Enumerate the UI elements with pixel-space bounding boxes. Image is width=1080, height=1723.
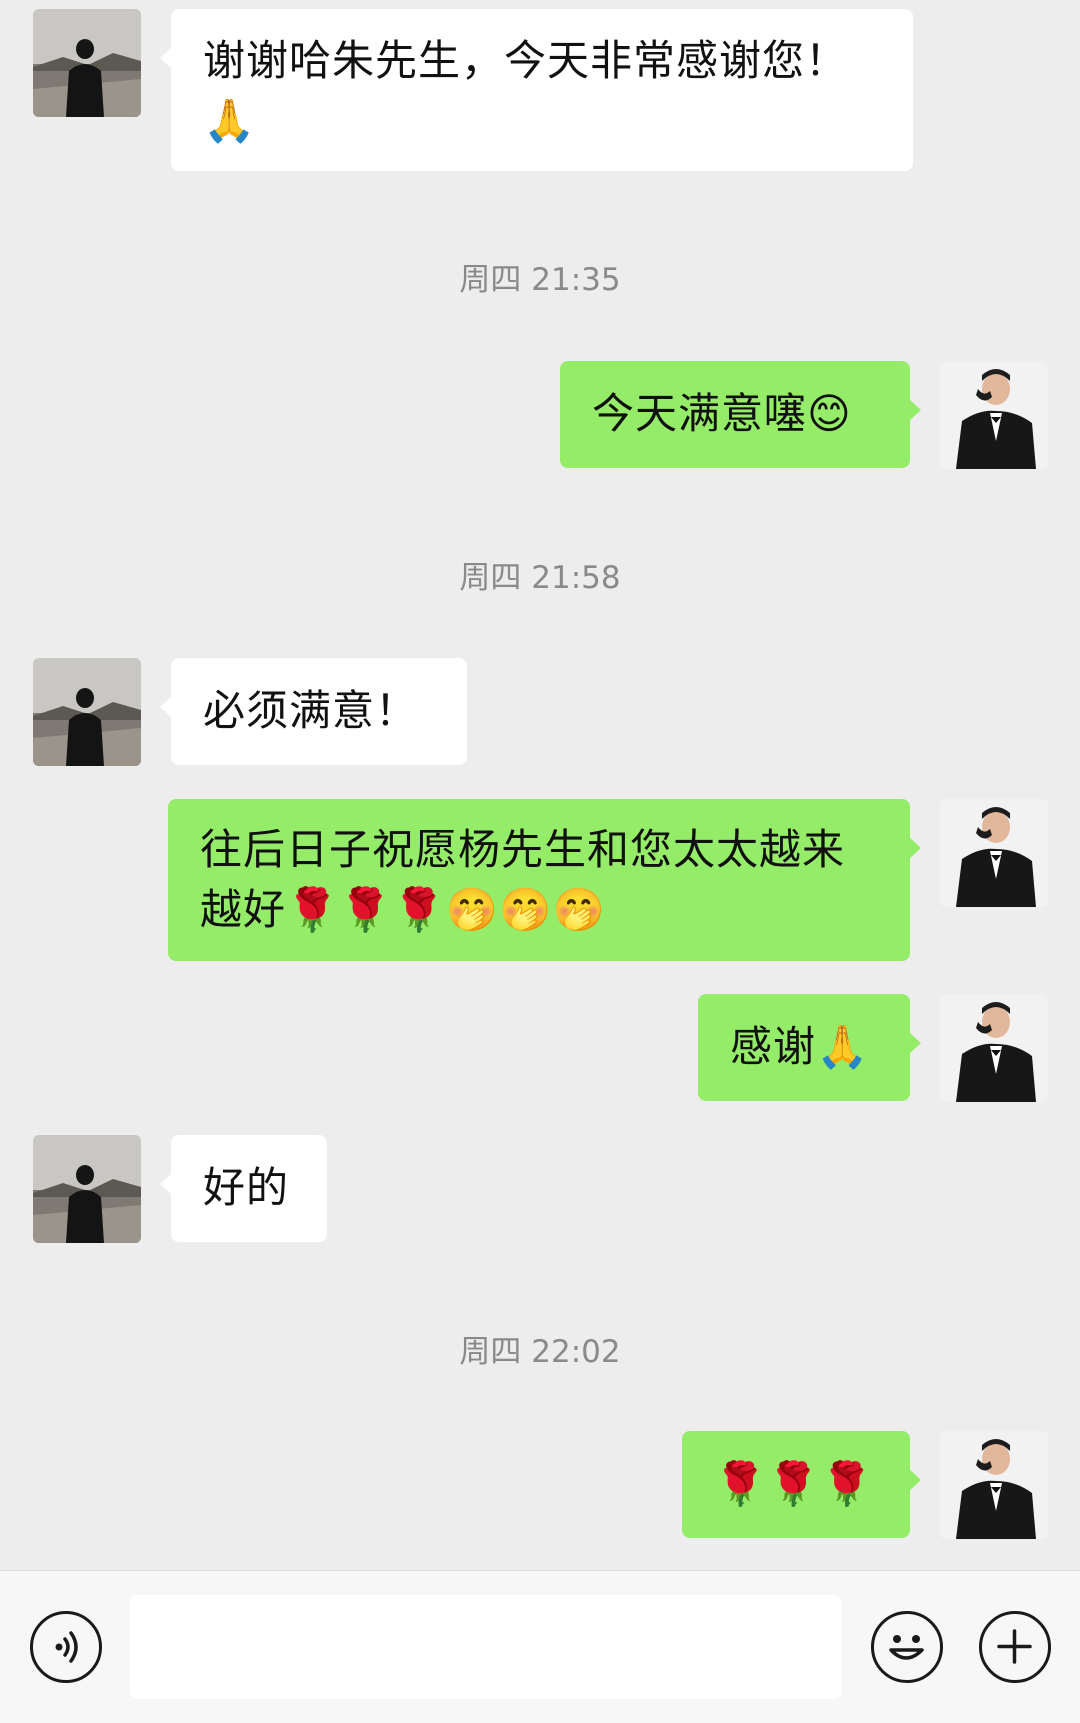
contact-avatar[interactable] bbox=[33, 9, 141, 117]
message-bubble-outgoing[interactable]: 今天满意噻😊 bbox=[560, 361, 921, 468]
timestamp: 周四 22:02 bbox=[459, 1334, 621, 1370]
input-toolbar bbox=[0, 1570, 1080, 1723]
plus-icon[interactable] bbox=[979, 1611, 1051, 1683]
timestamp: 周四 21:35 bbox=[459, 262, 621, 298]
user-avatar[interactable] bbox=[940, 1431, 1048, 1539]
contact-avatar[interactable] bbox=[33, 658, 141, 766]
user-avatar[interactable] bbox=[940, 994, 1048, 1102]
user-avatar[interactable] bbox=[940, 799, 1048, 907]
message-bubble-incoming[interactable]: 好的 bbox=[160, 1135, 327, 1242]
contact-avatar[interactable] bbox=[33, 1135, 141, 1243]
timestamp: 周四 21:58 bbox=[459, 560, 621, 596]
message-text: 好的 bbox=[203, 1163, 290, 1212]
message-bubble-incoming[interactable]: 必须满意！ bbox=[160, 658, 467, 765]
voice-icon[interactable] bbox=[30, 1611, 102, 1683]
message-bubble-outgoing[interactable]: 🌹🌹🌹 bbox=[682, 1431, 921, 1538]
user-avatar[interactable] bbox=[940, 361, 1048, 469]
message-bubble-incoming[interactable]: 谢谢哈朱先生，今天非常感谢您！ 🙏 bbox=[160, 9, 913, 171]
message-text: 谢谢哈朱先生，今天非常感谢您！ 🙏 bbox=[203, 36, 849, 145]
message-text: 往后日子祝愿杨先生和您太太越来越好🌹🌹🌹🤭🤭🤭 bbox=[200, 825, 846, 934]
message-bubble-outgoing[interactable]: 感谢🙏 bbox=[698, 994, 921, 1101]
message-text: 🌹🌹🌹 bbox=[714, 1459, 874, 1508]
message-text: 必须满意！ bbox=[203, 686, 419, 735]
message-input[interactable] bbox=[130, 1595, 842, 1699]
chat-area[interactable]: 谢谢哈朱先生，今天非常感谢您！ 🙏 周四 21:35 今天满意噻😊 周四 21:… bbox=[0, 0, 1080, 1570]
emoji-icon[interactable] bbox=[871, 1611, 943, 1683]
message-bubble-outgoing[interactable]: 往后日子祝愿杨先生和您太太越来越好🌹🌹🌹🤭🤭🤭 bbox=[168, 799, 921, 961]
message-text: 今天满意噻😊 bbox=[592, 389, 852, 438]
message-text: 感谢🙏 bbox=[730, 1022, 870, 1071]
